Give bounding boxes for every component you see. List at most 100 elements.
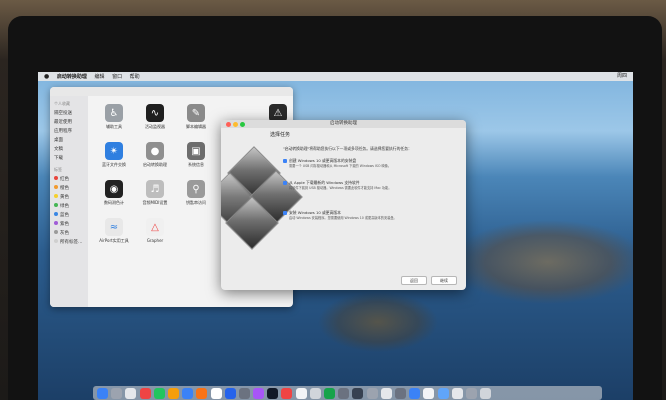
dock-app-icon[interactable] bbox=[167, 387, 179, 399]
bootcamp-dialog: 启动转换助理 选择任务 "启动转换助理"将帮助您执行以下一项或多项任务。请选择您… bbox=[221, 120, 466, 290]
dock-app-icon[interactable] bbox=[451, 387, 463, 399]
menu-clock[interactable]: 周四 bbox=[617, 72, 627, 81]
dock-app-icon[interactable] bbox=[210, 387, 222, 399]
dock-app-icon[interactable] bbox=[281, 387, 293, 399]
dock-app-icon[interactable] bbox=[423, 387, 435, 399]
dock-app-icon[interactable] bbox=[295, 387, 307, 399]
tag-dot-icon bbox=[54, 221, 58, 225]
dock-app-icon[interactable] bbox=[253, 387, 265, 399]
dock-app-icon[interactable] bbox=[352, 387, 364, 399]
dock-app-icon[interactable] bbox=[324, 387, 335, 399]
dock bbox=[93, 386, 602, 400]
photo-background: ● 启动转换助理 编辑 窗口 帮助 周四 个人收藏 隔空投送 最近使用 应用程序… bbox=[0, 0, 666, 400]
app-activity-monitor[interactable]: ∿ 活动监视器 bbox=[135, 104, 175, 130]
macos-desktop: ● 启动转换助理 编辑 窗口 帮助 周四 个人收藏 隔空投送 最近使用 应用程序… bbox=[38, 72, 633, 400]
tasks-heading: 选择任务 bbox=[270, 132, 291, 138]
airport-icon: ≈ bbox=[105, 218, 123, 236]
app-digital-color-meter[interactable]: ◉ 数码测色计 bbox=[94, 180, 134, 206]
zoom-icon[interactable] bbox=[240, 121, 245, 127]
sidebar-item-recents[interactable]: 最近使用 bbox=[50, 117, 88, 126]
dock-app-icon[interactable] bbox=[338, 387, 350, 399]
option-install-windows[interactable]: 安装 Windows 10 或更高版本 启动 Windows 安装程序。您需要使… bbox=[283, 210, 463, 221]
bootcamp-icon: ● bbox=[146, 142, 164, 160]
dock-app-icon[interactable] bbox=[238, 387, 250, 399]
dock-app-icon[interactable] bbox=[437, 387, 449, 399]
activity-monitor-icon: ∿ bbox=[146, 104, 164, 122]
dock-app-icon[interactable] bbox=[394, 387, 406, 399]
menu-app-name[interactable]: 启动转换助理 bbox=[57, 74, 87, 80]
menu-bar: ● 启动转换助理 编辑 窗口 帮助 周四 bbox=[38, 72, 633, 81]
sidebar-tag[interactable]: 橙色 bbox=[50, 183, 88, 192]
sidebar-tag[interactable]: 绿色 bbox=[50, 201, 88, 210]
sidebar-heading-tags: 标签 bbox=[54, 167, 62, 172]
sidebar-tag[interactable]: 红色 bbox=[50, 174, 88, 183]
dialog-title: 启动转换助理 bbox=[330, 121, 357, 126]
dock-app-icon[interactable] bbox=[465, 387, 477, 399]
sidebar-item-airdrop[interactable]: 隔空投送 bbox=[50, 108, 88, 117]
app-bluetooth-exchange[interactable]: ✴ 蓝牙文件交换 bbox=[94, 142, 134, 168]
close-icon[interactable] bbox=[226, 121, 231, 127]
sidebar-tag[interactable]: 蓝色 bbox=[50, 210, 88, 219]
bootcamp-titlebar: 启动转换助理 bbox=[221, 120, 466, 128]
keychain-icon: ⚲ bbox=[187, 180, 205, 198]
sidebar-item-applications[interactable]: 应用程序 bbox=[50, 126, 88, 135]
sidebar-tag[interactable]: 所有标签… bbox=[50, 237, 88, 246]
checkbox-checked-icon[interactable] bbox=[283, 211, 287, 215]
app-keychain-access[interactable]: ⚲ 钥匙串访问 bbox=[176, 180, 216, 206]
app-airport-utility[interactable]: ≈ AirPort实用工具 bbox=[94, 218, 134, 244]
tag-dot-icon bbox=[54, 176, 58, 180]
app-system-information[interactable]: ▣ 系统信息 bbox=[176, 142, 216, 168]
dock-app-icon[interactable] bbox=[196, 387, 208, 399]
dock-app-icon[interactable] bbox=[366, 387, 378, 399]
sidebar-item-downloads[interactable]: 下载 bbox=[50, 153, 88, 162]
dock-app-icon[interactable] bbox=[409, 387, 421, 399]
dock-app-icon[interactable] bbox=[111, 387, 123, 399]
accessibility-icon: ♿ bbox=[105, 104, 123, 122]
sidebar-item-desktop[interactable]: 桌面 bbox=[50, 135, 88, 144]
dock-app-icon[interactable] bbox=[182, 387, 194, 399]
dialog-intro: "启动转换助理"将帮助您执行以下一项或多项任务。请选择您要执行的任务： bbox=[283, 146, 412, 151]
option-download-support-software[interactable]: 从 Apple 下载最新的 Windows 支持软件 将软件下载到 USB 驱动… bbox=[283, 180, 463, 191]
menu-item-edit[interactable]: 编辑 bbox=[94, 74, 104, 80]
app-accessibility[interactable]: ♿ 辅助工具 bbox=[94, 104, 134, 130]
dock-app-icon[interactable] bbox=[153, 387, 165, 399]
continue-button[interactable]: 继续 bbox=[431, 276, 457, 285]
system-info-icon: ▣ bbox=[187, 142, 205, 160]
tag-dot-icon bbox=[54, 194, 58, 198]
option-create-install-disk[interactable]: 创建 Windows 10 或更高版本的安装盘 需要一个 USB 闪存驱动器和从… bbox=[283, 158, 463, 169]
grapher-icon: △ bbox=[146, 218, 164, 236]
finder-titlebar bbox=[50, 87, 293, 104]
sidebar-tag[interactable]: 紫色 bbox=[50, 219, 88, 228]
dock-app-icon[interactable] bbox=[139, 387, 151, 399]
sidebar-item-documents[interactable]: 文稿 bbox=[50, 144, 88, 153]
sidebar-tag[interactable]: 灰色 bbox=[50, 228, 88, 237]
midi-icon: ♬ bbox=[146, 180, 164, 198]
finder-sidebar: 个人收藏 隔空投送 最近使用 应用程序 桌面 文稿 下载 标签 红色 橙色 黄色… bbox=[50, 96, 88, 307]
sidebar-tag[interactable]: 黄色 bbox=[50, 192, 88, 201]
app-grapher[interactable]: △ Grapher bbox=[135, 218, 175, 243]
script-editor-icon: ✎ bbox=[187, 104, 205, 122]
checkbox-checked-icon[interactable] bbox=[283, 181, 287, 185]
app-script-editor[interactable]: ✎ 脚本编辑器 bbox=[176, 104, 216, 130]
menu-item-help[interactable]: 帮助 bbox=[130, 74, 140, 80]
menu-item-window[interactable]: 窗口 bbox=[112, 74, 122, 80]
tag-dot-icon bbox=[54, 185, 58, 189]
checkbox-checked-icon[interactable] bbox=[283, 159, 287, 163]
dock-app-icon[interactable] bbox=[309, 387, 321, 399]
dock-app-icon[interactable] bbox=[224, 387, 236, 399]
app-bootcamp-assistant[interactable]: ● 启动转换助理 bbox=[135, 142, 175, 168]
dock-app-icon[interactable] bbox=[380, 387, 392, 399]
back-button[interactable]: 返回 bbox=[401, 276, 427, 285]
dock-app-icon[interactable] bbox=[267, 387, 279, 399]
bluetooth-icon: ✴ bbox=[105, 142, 123, 160]
color-meter-icon: ◉ bbox=[105, 180, 123, 198]
apple-menu-icon[interactable]: ● bbox=[44, 73, 49, 80]
dock-app-icon[interactable] bbox=[97, 387, 108, 399]
dock-app-icon[interactable] bbox=[125, 387, 137, 399]
app-audio-midi[interactable]: ♬ 音频MIDI设置 bbox=[135, 180, 175, 206]
sidebar-heading-favorites: 个人收藏 bbox=[54, 101, 70, 106]
dock-app-icon[interactable] bbox=[480, 387, 492, 399]
tag-dot-icon bbox=[54, 230, 58, 234]
minimize-icon[interactable] bbox=[233, 121, 238, 127]
tag-dot-icon bbox=[54, 239, 58, 243]
